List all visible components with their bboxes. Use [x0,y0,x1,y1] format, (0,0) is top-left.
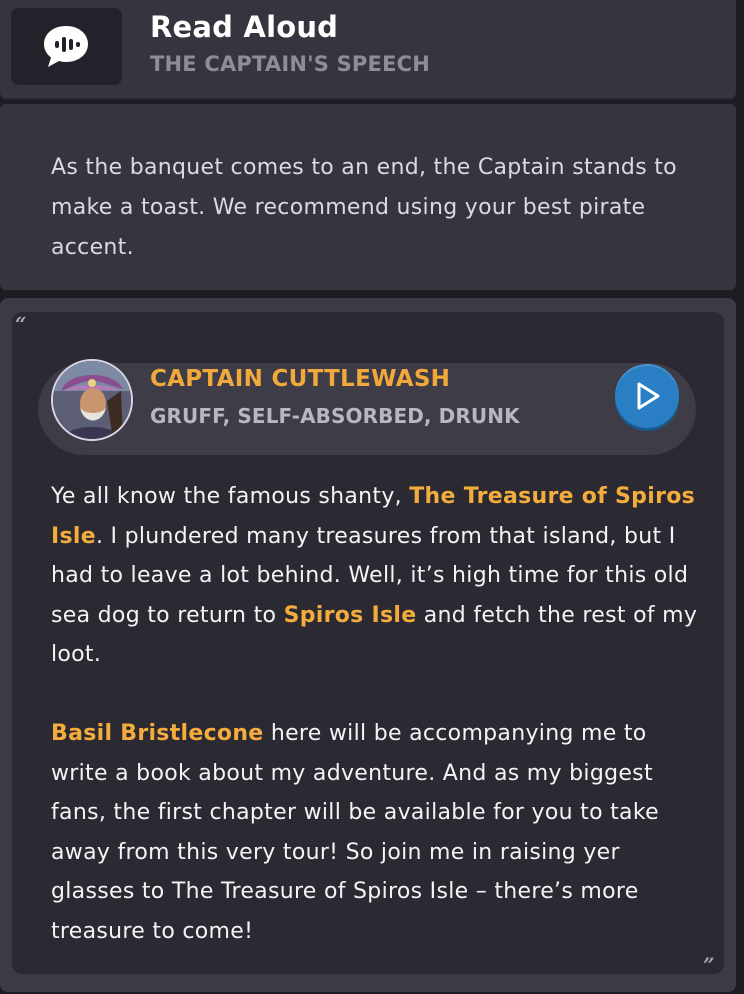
speech-bubble-icon [44,26,88,67]
captain-portrait-icon [53,361,131,439]
read-aloud-icon-tile [11,8,122,85]
speaker-traits: GRUFF, SELF-ABSORBED, DRUNK [150,404,520,428]
intro-panel: As the banquet comes to an end, the Capt… [0,104,736,290]
speech-paragraph: Ye all know the famous shanty, The Treas… [51,477,701,675]
intro-text: As the banquet comes to an end, the Capt… [51,155,677,260]
play-audio-button[interactable] [615,364,679,428]
speech-text: Ye all know the famous shanty, The Treas… [51,477,701,951]
page-title: Read Aloud [150,10,339,44]
open-quote-icon: “ [15,312,27,336]
speech-text-span: Ye all know the famous shanty, [51,484,410,509]
highlight-character: Basil Bristlecone [51,721,264,746]
speech-text-span: here will be accompanying me to write a … [51,721,659,944]
read-aloud-header: Read Aloud THE CAPTAIN'S SPEECH [0,0,736,98]
page-subtitle: THE CAPTAIN'S SPEECH [150,52,431,76]
captain-avatar [51,359,133,441]
highlight-location: Spiros Isle [283,602,417,628]
play-icon [637,382,660,410]
close-quote-icon: ” [703,953,715,977]
speaker-name: CAPTAIN CUTTLEWASH [150,366,451,392]
speech-paragraph: Basil Bristlecone here will be accompany… [51,714,701,951]
